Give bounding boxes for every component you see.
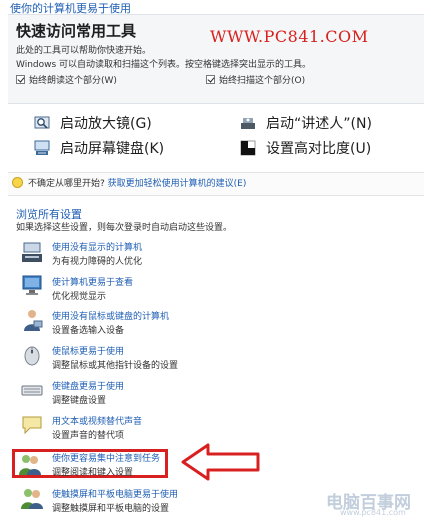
touch-users-icon bbox=[21, 489, 43, 509]
contrast-icon bbox=[240, 140, 256, 156]
hint-recommendations-link[interactable]: 获取更加轻松使用计算机的建议(E) bbox=[108, 179, 247, 189]
start-onscreen-keyboard-link[interactable]: 启动屏幕键盘(K) bbox=[34, 138, 164, 158]
narrator-icon bbox=[241, 118, 255, 129]
lightbulb-icon bbox=[12, 177, 23, 188]
settings-desc-easier-to-see: 优化视觉显示 bbox=[52, 292, 107, 302]
settings-link-easier-to-see[interactable]: 使计算机更易于查看 bbox=[52, 275, 133, 288]
keyboard-icon bbox=[34, 140, 50, 155]
settings-link-no-display[interactable]: 使用没有显示的计算机 bbox=[52, 240, 142, 253]
settings-link-keyboard[interactable]: 使键盘更易于使用 bbox=[52, 379, 124, 392]
checkbox-checked-icon[interactable] bbox=[16, 75, 25, 84]
users-focus-icon bbox=[19, 455, 41, 475]
monitor-icon bbox=[22, 275, 42, 295]
screen-reader-icon bbox=[22, 242, 42, 262]
settings-desc-keyboard: 调整键盘设置 bbox=[52, 396, 107, 406]
hint-prefix: 不确定从哪里开始? bbox=[28, 179, 105, 189]
quick-access-desc-2: Windows 可以自动读取和扫描这个列表。按空格键选择突出显示的工具。 bbox=[16, 60, 312, 70]
keyboard-device-icon bbox=[21, 385, 43, 396]
set-high-contrast-label: 设置高对比度(U) bbox=[266, 141, 372, 157]
settings-link-touch-tablet[interactable]: 使触摸屏和平板电脑更易于使用 bbox=[52, 487, 178, 500]
settings-link-no-mouse-keyboard[interactable]: 使用没有鼠标或键盘的计算机 bbox=[52, 309, 169, 322]
checkbox-always-scan-label: 始终扫描这个部分(O) bbox=[219, 76, 306, 86]
hint-text: 不确定从哪里开始? 获取更加轻松使用计算机的建议(E) bbox=[28, 176, 246, 189]
watermark-url-bottom: www.pc841.com bbox=[340, 508, 406, 517]
start-narrator-link[interactable]: 启动“讲述人”(N) bbox=[240, 113, 372, 133]
set-high-contrast-link[interactable]: 设置高对比度(U) bbox=[240, 138, 371, 158]
settings-link-mouse[interactable]: 使鼠标更易于使用 bbox=[52, 344, 124, 357]
settings-desc-touch-tablet: 调整触摸屏和平板电脑的设置 bbox=[52, 504, 170, 514]
settings-link-focus-tasks[interactable]: 使你更容易集中注意到任务 bbox=[52, 451, 160, 464]
start-onscreen-keyboard-label: 启动屏幕键盘(K) bbox=[60, 141, 165, 157]
settings-desc-no-mouse-keyboard: 设置备选输入设备 bbox=[52, 326, 125, 336]
start-magnifier-label: 启动放大镜(G) bbox=[60, 116, 152, 132]
speech-bubble-icon bbox=[22, 416, 42, 435]
mouse-icon bbox=[24, 346, 40, 366]
checkbox-always-read-label: 始终朗读这个部分(W) bbox=[29, 76, 117, 86]
quick-access-title: 快速访问常用工具 bbox=[16, 22, 137, 40]
checkbox-always-scan[interactable]: 始终扫描这个部分(O) bbox=[206, 73, 305, 86]
pointer-arrow-icon bbox=[181, 443, 260, 481]
magnifier-icon bbox=[34, 116, 50, 129]
settings-link-text-video-sound[interactable]: 用文本或视频替代声音 bbox=[52, 414, 142, 427]
settings-desc-focus-tasks: 调整阅读和键入设置 bbox=[52, 468, 134, 478]
checkbox-checked-icon[interactable] bbox=[206, 75, 215, 84]
browse-settings-subtitle: 如果选择这些设置，则每次登录时自动启动这些设置。 bbox=[16, 223, 233, 233]
quick-access-desc-1: 此处的工具可以帮助你快速开始。 bbox=[16, 46, 152, 56]
start-narrator-label: 启动“讲述人”(N) bbox=[266, 116, 372, 132]
settings-desc-mouse: 调整鼠标或其他指针设备的设置 bbox=[52, 361, 179, 371]
user-input-icon bbox=[24, 310, 43, 331]
settings-desc-text-video-sound: 设置声音的替代项 bbox=[52, 431, 125, 441]
checkbox-always-read[interactable]: 始终朗读这个部分(W) bbox=[16, 73, 117, 86]
start-magnifier-link[interactable]: 启动放大镜(G) bbox=[34, 113, 152, 133]
settings-desc-no-display: 为有视力障碍的人优化 bbox=[52, 257, 143, 267]
watermark-url: WWW.PC841.COM bbox=[210, 27, 369, 46]
